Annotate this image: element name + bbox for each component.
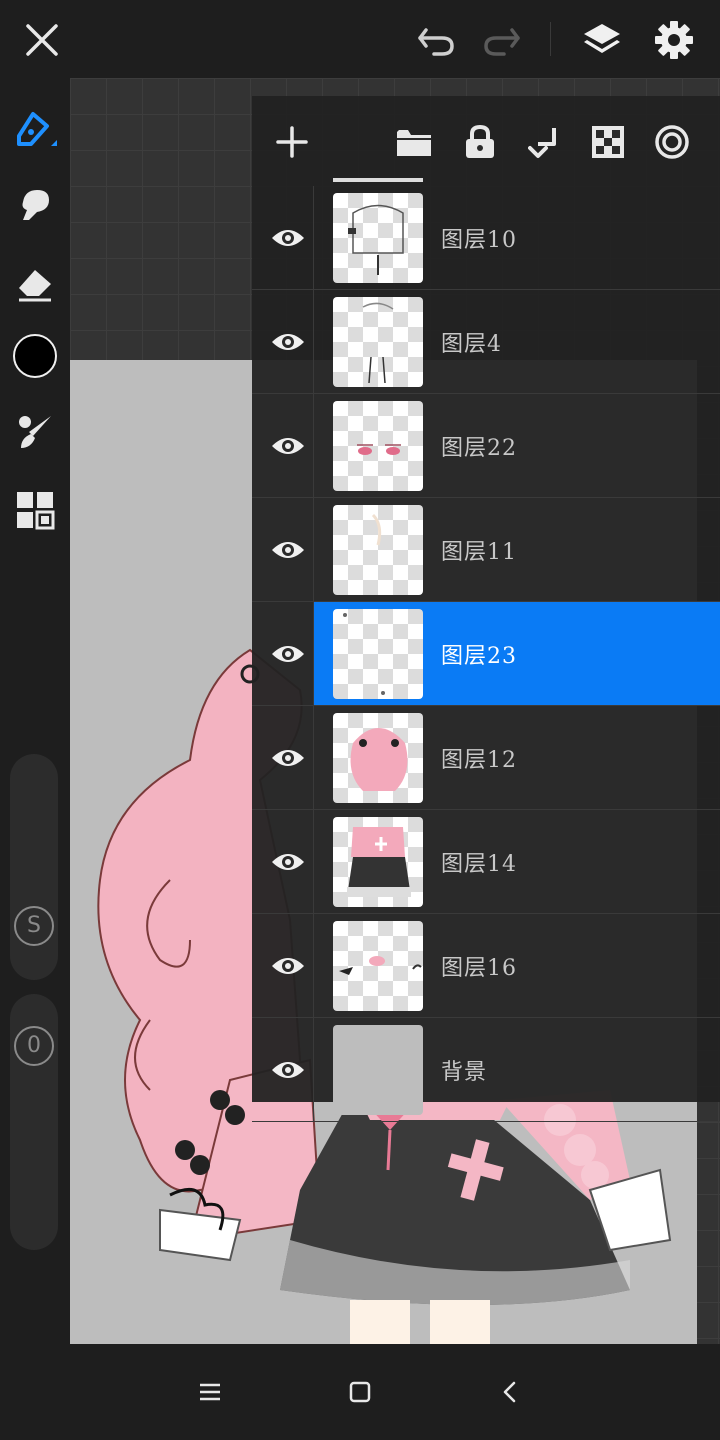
layer-row[interactable]: 背景 xyxy=(252,1018,720,1122)
layer-thumbnail xyxy=(333,609,423,699)
folder-icon[interactable] xyxy=(388,116,440,168)
layer-row[interactable]: 图层12 xyxy=(252,706,720,810)
layer-name: 图层16 xyxy=(441,956,517,981)
layer-name: 图层4 xyxy=(441,332,502,357)
layer-row[interactable]: 图层4 xyxy=(252,290,720,394)
layer-name: 图层22 xyxy=(441,436,517,461)
layer-name: 图层12 xyxy=(441,748,517,773)
layer-row[interactable]: 图层23 xyxy=(252,602,720,706)
size-slider[interactable]: S xyxy=(10,754,58,980)
top-bar xyxy=(0,0,720,78)
layer-row[interactable]: 图层14 xyxy=(252,810,720,914)
brush-settings-icon[interactable] xyxy=(9,406,61,458)
layer-row[interactable]: 图层11 xyxy=(252,498,720,602)
undo-icon[interactable] xyxy=(410,14,462,66)
transparency-icon[interactable] xyxy=(582,116,634,168)
layer-row[interactable]: 图层16 xyxy=(252,914,720,1018)
add-layer-icon[interactable] xyxy=(266,116,318,168)
opacity-slider[interactable]: 0 xyxy=(10,994,58,1250)
pen-icon[interactable] xyxy=(9,102,61,154)
smudge-icon[interactable] xyxy=(9,178,61,230)
menu-icon[interactable] xyxy=(184,1366,236,1418)
left-toolbar: S 0 xyxy=(0,78,70,1344)
close-icon[interactable] xyxy=(16,14,68,66)
layer-name: 图层14 xyxy=(441,852,517,877)
layer-thumbnail xyxy=(333,713,423,803)
back-icon[interactable] xyxy=(484,1366,536,1418)
current-color-swatch xyxy=(13,334,57,378)
color-picker[interactable] xyxy=(9,330,61,382)
home-icon[interactable] xyxy=(334,1366,386,1418)
layer-name: 图层10 xyxy=(441,228,517,253)
lock-icon[interactable] xyxy=(454,116,506,168)
layer-thumbnail xyxy=(333,297,423,387)
settings-icon[interactable] xyxy=(648,14,700,66)
layer-name: 背景 xyxy=(441,1060,488,1085)
layer-thumbnail xyxy=(333,193,423,283)
opacity-label: 0 xyxy=(14,1026,54,1066)
layer-row[interactable]: 图层22 xyxy=(252,394,720,498)
size-label: S xyxy=(14,906,54,946)
eye-icon[interactable] xyxy=(262,732,314,784)
system-nav-bar xyxy=(0,1344,720,1440)
layer-row[interactable]: 图层10 xyxy=(252,186,720,290)
layers-panel: 图层10 图层4 图层22 图层11 图层23 图层12 图层14 图层16 背景 xyxy=(252,96,720,1122)
merge-down-icon[interactable] xyxy=(518,116,570,168)
divider xyxy=(550,22,551,56)
eye-icon[interactable] xyxy=(262,628,314,680)
layer-thumbnail xyxy=(333,1025,423,1115)
eye-icon[interactable] xyxy=(262,524,314,576)
eye-icon[interactable] xyxy=(262,420,314,472)
eye-icon[interactable] xyxy=(262,1044,314,1096)
eye-icon[interactable] xyxy=(262,836,314,888)
layer-thumbnail xyxy=(333,505,423,595)
layer-thumbnail xyxy=(333,817,423,907)
target-icon[interactable] xyxy=(646,116,698,168)
eye-icon[interactable] xyxy=(262,940,314,992)
redo-icon[interactable] xyxy=(476,14,528,66)
layer-thumbnail xyxy=(333,401,423,491)
layer-thumbnail xyxy=(333,921,423,1011)
eye-icon[interactable] xyxy=(262,316,314,368)
layer-name: 图层11 xyxy=(441,540,517,565)
layer-name: 图层23 xyxy=(441,644,517,669)
eraser-icon[interactable] xyxy=(9,256,61,308)
partial-layer-thumbnail xyxy=(333,178,423,182)
eye-icon[interactable] xyxy=(262,212,314,264)
layers-toolbar xyxy=(252,96,720,186)
grid-icon[interactable] xyxy=(9,484,61,536)
layers-icon[interactable] xyxy=(576,14,628,66)
